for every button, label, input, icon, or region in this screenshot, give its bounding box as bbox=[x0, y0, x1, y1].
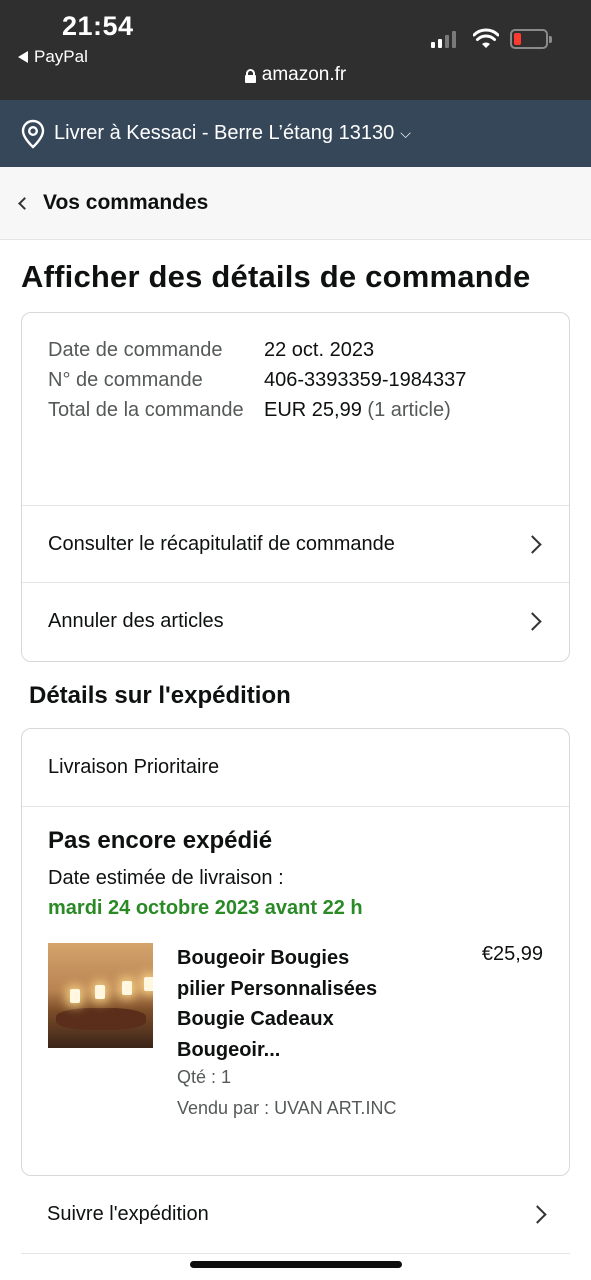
chevron-right-icon bbox=[523, 612, 542, 631]
cancel-items-link[interactable]: Annuler des articles bbox=[22, 583, 569, 660]
track-shipment-link[interactable]: Suivre l'expédition bbox=[21, 1176, 570, 1254]
order-total-label: Total de la commande bbox=[48, 399, 244, 421]
order-total-amount: EUR 25,99 bbox=[264, 399, 362, 421]
order-info-card: Date de commande 22 oct. 2023 N° de comm… bbox=[21, 312, 570, 662]
shipping-type: Livraison Prioritaire bbox=[22, 729, 569, 807]
home-indicator[interactable] bbox=[190, 1261, 402, 1268]
product-price: €25,99 bbox=[481, 943, 543, 965]
product-title-line: pilier Personnalisées bbox=[177, 977, 378, 1000]
cancel-items-label: Annuler des articles bbox=[48, 610, 224, 632]
back-to-orders-link[interactable]: Vos commandes bbox=[0, 167, 591, 240]
estimated-delivery-label: Date estimée de livraison : bbox=[48, 867, 284, 889]
chevron-right-icon bbox=[523, 534, 542, 554]
location-pin-icon bbox=[21, 119, 45, 149]
battery-level bbox=[514, 33, 521, 45]
delivery-location-bar[interactable]: Livrer à Kessaci - Berre L’étang 13130 ⌵ bbox=[0, 100, 591, 167]
order-info: Date de commande 22 oct. 2023 N° de comm… bbox=[22, 313, 569, 506]
product-title-line: Bougie Cadeaux bbox=[177, 1008, 334, 1030]
chevron-right-icon bbox=[528, 1205, 547, 1224]
shipment-card: Livraison Prioritaire Pas encore expédié… bbox=[21, 728, 570, 1176]
order-total-items: (1 article) bbox=[367, 399, 451, 421]
order-number-label: N° de commande bbox=[48, 369, 203, 391]
status-time: 21:54 bbox=[62, 11, 134, 41]
order-item: Bougeoir Bougies pilier Personnalisées B… bbox=[48, 943, 543, 1133]
product-image[interactable] bbox=[48, 943, 153, 1048]
shipping-section-title: Détails sur l'expédition bbox=[29, 682, 291, 709]
order-number-row: N° de commande 406-3393359-1984337 bbox=[48, 365, 543, 395]
order-date-label: Date de commande bbox=[48, 339, 223, 361]
order-summary-link[interactable]: Consulter le récapitulatif de commande bbox=[22, 506, 569, 583]
track-shipment-label: Suivre l'expédition bbox=[47, 1203, 209, 1225]
back-nav-label: Vos commandes bbox=[43, 191, 209, 214]
back-triangle-icon bbox=[18, 51, 28, 63]
estimated-delivery-date: mardi 24 octobre 2023 avant 22 h bbox=[48, 897, 363, 919]
product-title-line: Bougeoir... bbox=[177, 1038, 281, 1061]
status-bar: 21:54 PayPal amazon.fr bbox=[0, 0, 591, 100]
chevron-left-icon bbox=[18, 196, 31, 210]
lock-icon bbox=[244, 68, 256, 83]
wifi-icon bbox=[473, 28, 499, 48]
order-total-value: EUR 25,99 (1 article) bbox=[264, 395, 451, 425]
order-date-row: Date de commande 22 oct. 2023 bbox=[48, 335, 543, 365]
delivery-address: Livrer à Kessaci - Berre L’étang 13130 bbox=[54, 122, 395, 144]
product-quantity: Qté : 1 bbox=[177, 1067, 232, 1087]
chevron-down-icon: ⌵ bbox=[400, 125, 411, 141]
order-date-value: 22 oct. 2023 bbox=[264, 339, 375, 361]
shipment-status: Pas encore expédié bbox=[48, 827, 273, 854]
cellular-signal-icon bbox=[431, 30, 456, 48]
url-bar[interactable]: amazon.fr bbox=[0, 64, 591, 86]
order-summary-label: Consulter le récapitulatif de commande bbox=[48, 532, 395, 555]
battery-icon bbox=[510, 29, 552, 49]
order-total-row: Total de la commande EUR 25,99 (1 articl… bbox=[48, 395, 543, 425]
url-text: amazon.fr bbox=[261, 64, 347, 85]
product-title-link[interactable]: Bougeoir Bougies pilier Personnalisées B… bbox=[177, 943, 437, 1065]
product-title-line: Bougeoir Bougies bbox=[177, 947, 350, 969]
order-number-value: 406-3393359-1984337 bbox=[264, 369, 467, 391]
product-seller: Vendu par : UVAN ART.INC bbox=[177, 1098, 397, 1118]
shipment-body: Pas encore expédié Date estimée de livra… bbox=[22, 807, 569, 1133]
page-title: Afficher des détails de commande bbox=[21, 259, 531, 294]
